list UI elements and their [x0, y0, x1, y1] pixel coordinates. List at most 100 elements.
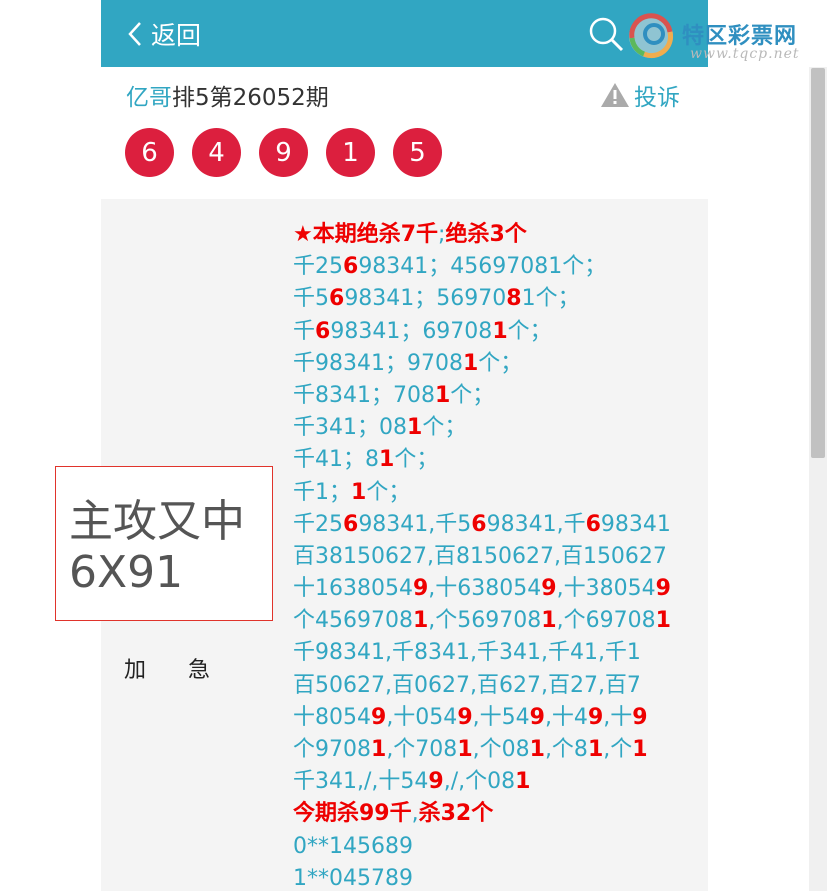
highlight-text: 1	[371, 737, 387, 762]
plain-text: 千25	[293, 511, 343, 537]
plain-text: 98341；45697081个；	[358, 254, 607, 280]
plain-text: ,十38054	[556, 576, 656, 602]
highlight-text: 6	[343, 254, 359, 280]
highlight-text: 9	[371, 704, 387, 730]
draw-numbers: 6 4 9 1 5	[125, 128, 442, 177]
plain-text: 个；	[478, 350, 523, 376]
plain-text: 1个；	[521, 286, 580, 312]
plain-text: 个4569708	[293, 608, 413, 634]
highlight-text: 6	[343, 511, 359, 537]
highlight-text: 1	[655, 608, 671, 634]
plain-text: 0**145689	[293, 833, 413, 859]
plain-text: 千341,/,十54	[293, 769, 429, 795]
complain-button[interactable]: 投诉	[600, 78, 680, 112]
highlight-text: 1	[492, 318, 508, 344]
promo-line-1: 主攻又中	[69, 496, 245, 547]
text-line: 千341；081个；	[293, 412, 703, 444]
search-icon[interactable]	[588, 16, 624, 52]
plain-text: 98341；69708	[330, 318, 493, 344]
highlight-text: 1	[462, 350, 479, 376]
highlight-text: 1	[632, 737, 648, 762]
plain-text: 千8341；708	[293, 382, 435, 408]
highlight-text: 1	[412, 608, 429, 634]
highlight-text: 1	[379, 447, 395, 473]
highlight-text: 1	[351, 479, 367, 505]
highlight-text: 1	[529, 737, 545, 762]
plain-text: 千98341,千8341,千341,千41,千1	[293, 640, 641, 666]
plain-text: 千41；8	[293, 447, 379, 473]
plain-text: 千5	[293, 286, 329, 312]
plain-text: ,/,个08	[443, 769, 516, 795]
plain-text: 十8054	[293, 704, 371, 730]
plain-text: ,十4	[544, 704, 588, 730]
text-line: 千98341,千8341,千341,千41,千1	[293, 637, 703, 669]
plain-text: 个；	[422, 415, 467, 441]
number-ball: 1	[326, 128, 375, 177]
text-line: 千5698341；5697081个；	[293, 283, 703, 315]
number-ball: 6	[125, 128, 174, 177]
promo-box[interactable]: 主攻又中 6X91	[55, 466, 273, 621]
highlight-text: 8	[506, 286, 522, 312]
highlight-text: 6	[471, 511, 487, 537]
plain-text: ,十638054	[428, 576, 542, 602]
plain-text: 98341；56970	[344, 286, 507, 312]
plain-text: ,十054	[386, 704, 458, 730]
highlight-text: 6	[329, 286, 345, 312]
plain-text: 个；	[394, 447, 439, 473]
plain-text: ,个708	[386, 737, 458, 762]
plain-text: 个；	[450, 382, 495, 408]
highlight-text: 6	[315, 318, 331, 344]
site-logo[interactable]: 特区彩票网 www.tqcp.net	[624, 8, 824, 68]
text-line: 千25698341,千5698341,千698341	[293, 509, 703, 541]
highlight-text: 9	[529, 704, 545, 730]
highlight-text: 1	[434, 382, 451, 408]
highlight-text: 9	[655, 576, 671, 602]
logo-swirl-icon	[629, 13, 674, 59]
plain-text: ,十	[603, 704, 633, 730]
plain-text: 千98341；9708	[293, 350, 463, 376]
text-line: 十80549,十0549,十549,十49,十9	[293, 702, 703, 734]
plain-text: 千	[293, 318, 316, 344]
plain-text: 1**045789	[293, 865, 413, 891]
highlight-text: 9	[457, 704, 473, 730]
text-line: 千98341；97081个；	[293, 348, 703, 380]
text-line: 十16380549,十6380549,十380549	[293, 573, 703, 605]
plain-text: 千25	[293, 254, 343, 280]
post-title: 亿哥排5第26052期	[126, 78, 329, 112]
plain-text: ,个69708	[556, 608, 656, 634]
text-line: 千8341；7081个；	[293, 380, 703, 412]
highlight-text: 1	[407, 415, 423, 441]
plain-text: 个；	[507, 318, 552, 344]
plain-text: 千1；	[293, 479, 351, 505]
plain-text: 98341,千	[486, 511, 586, 537]
scrollbar-thumb[interactable]	[811, 68, 825, 458]
text-line: 1**045789	[293, 863, 703, 895]
text-line: 千1；1个；	[293, 477, 703, 509]
text-line: 千41；81个；	[293, 444, 703, 476]
prediction-text: ★本期绝杀7千;绝杀3个 千25698341；45697081个； 千5698341…	[293, 219, 703, 895]
plain-text: 千341；08	[293, 415, 407, 441]
highlight-text: 绝杀3个	[445, 222, 527, 247]
highlight-text: 1	[515, 769, 531, 795]
highlight-text: 9	[587, 704, 604, 730]
plain-text: 98341	[600, 511, 671, 537]
plain-text: 十1638054	[293, 576, 413, 602]
number-ball: 5	[393, 128, 442, 177]
author-link[interactable]: 亿哥	[126, 85, 172, 111]
text-line: 千25698341；45697081个；	[293, 251, 703, 283]
highlight-text: 1	[587, 737, 604, 762]
text-line: 个97081,个7081,个081,个81,个1	[293, 734, 703, 766]
logo-url: www.tqcp.net	[690, 46, 800, 62]
plain-text: 个9708	[293, 737, 371, 762]
back-button[interactable]: 返回	[127, 16, 201, 52]
highlight-text: ★本期绝杀7千	[293, 222, 439, 247]
highlight-text: 今期杀99千	[293, 801, 412, 827]
highlight-text: 杀32个	[418, 801, 494, 827]
highlight-text: 9	[428, 769, 444, 795]
warning-icon	[601, 83, 629, 107]
text-line: ★本期绝杀7千;绝杀3个	[293, 219, 703, 251]
plain-text: 个；	[366, 479, 411, 505]
highlight-text: 9	[412, 576, 429, 602]
plain-text: ,个569708	[428, 608, 542, 634]
highlight-text: 1	[541, 608, 557, 634]
